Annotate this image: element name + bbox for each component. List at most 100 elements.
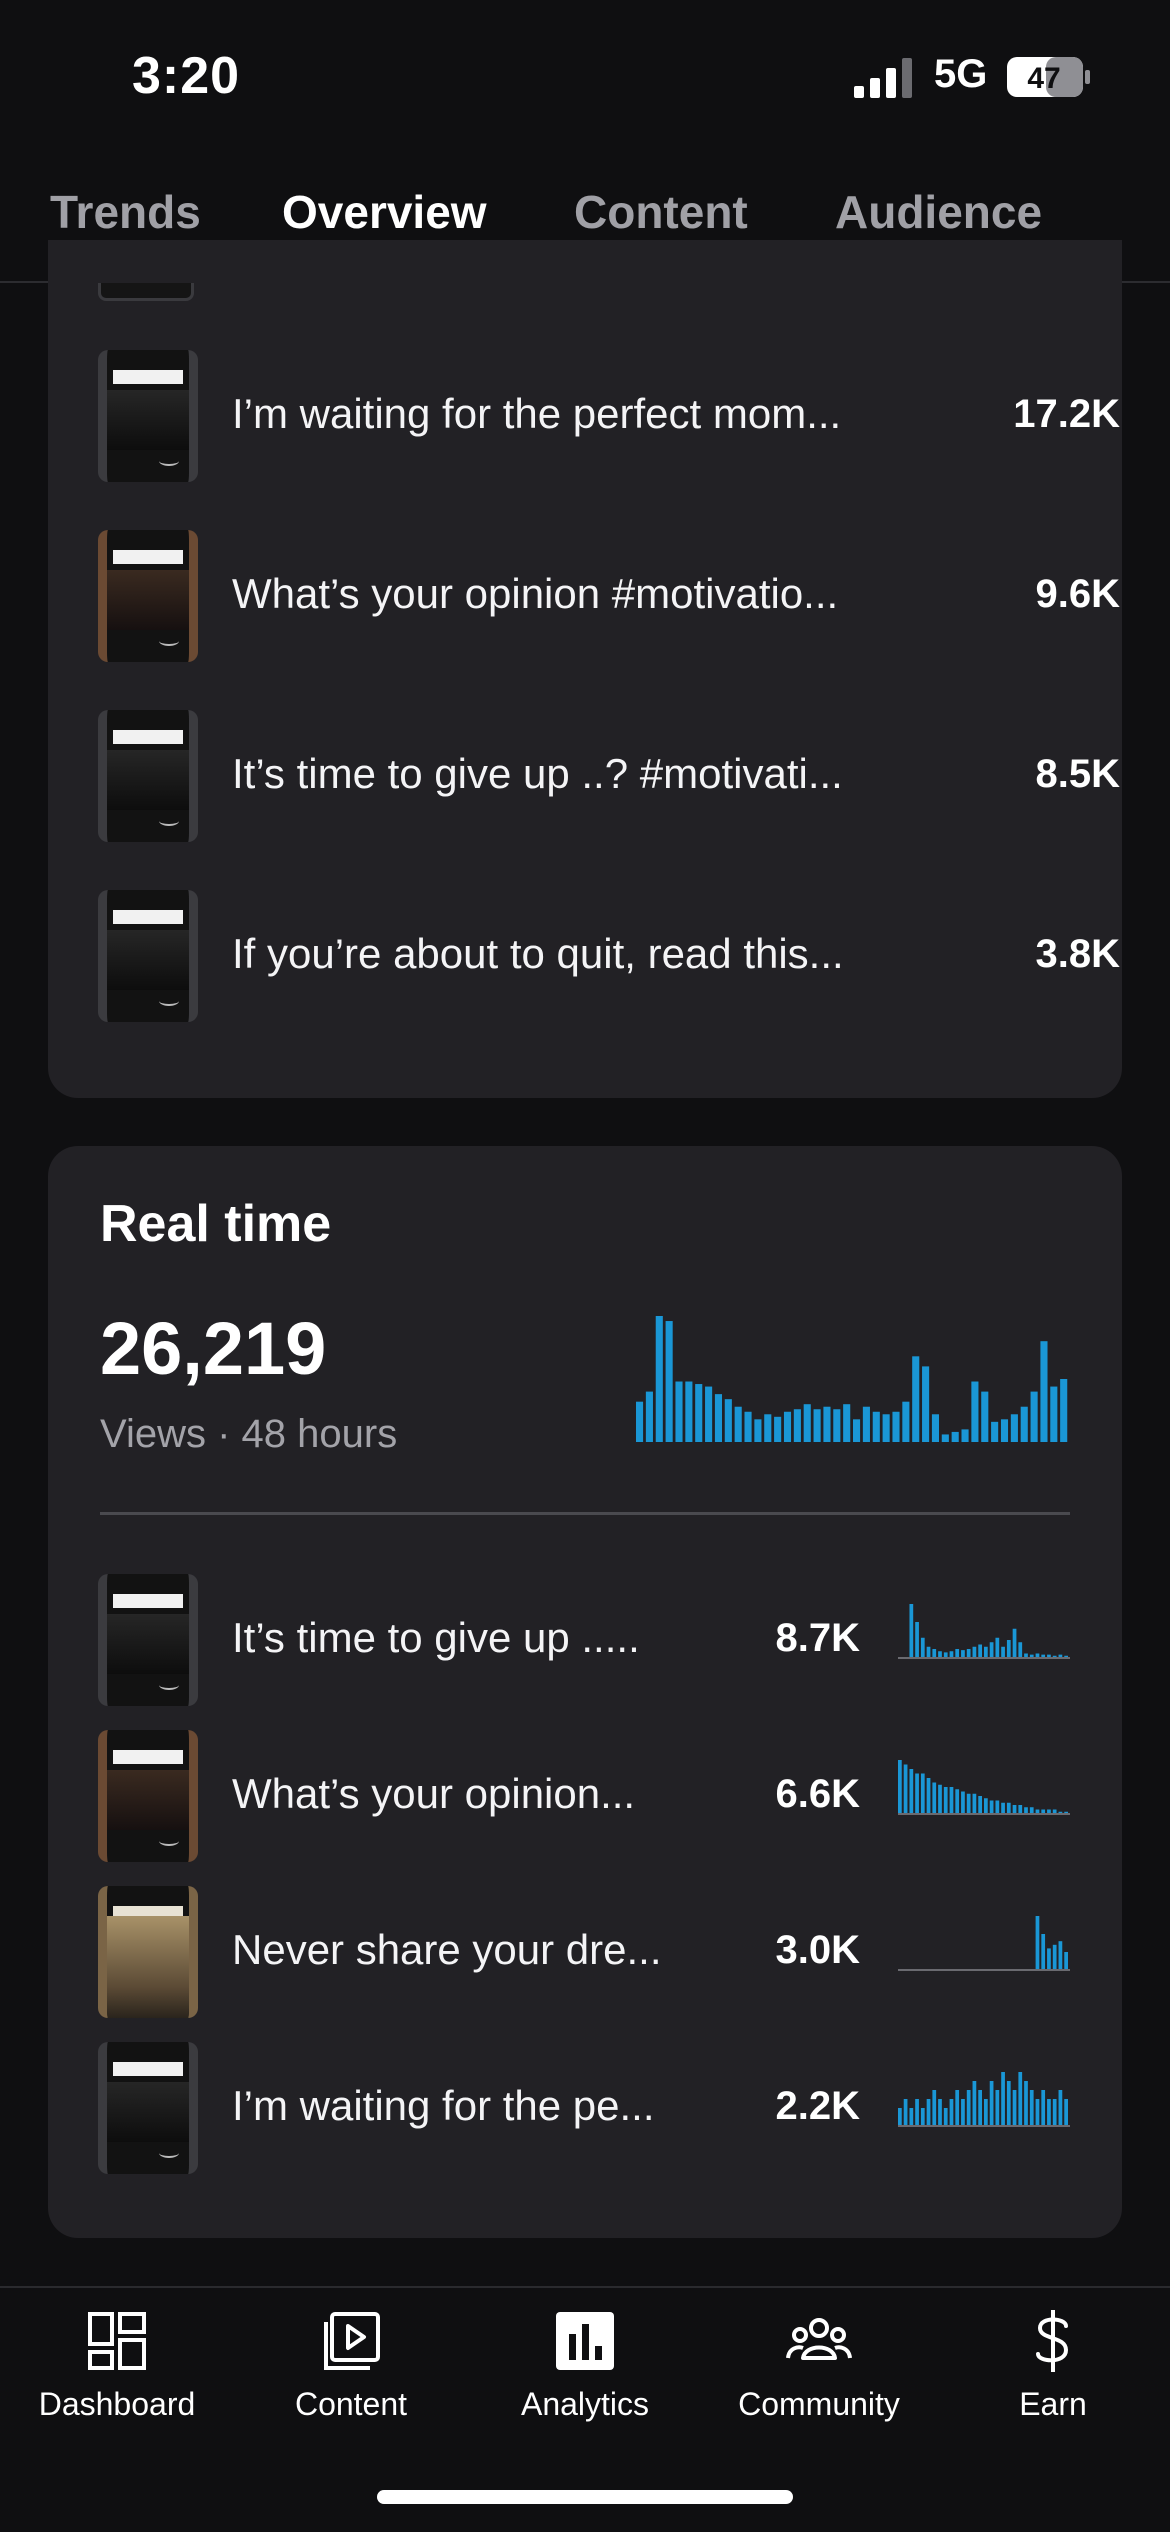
sparkline-bar: [955, 2090, 960, 2126]
sparkline-bar: [989, 1800, 994, 1814]
sparkline-bar: [949, 1651, 954, 1658]
battery-level-text: 47: [1027, 62, 1060, 95]
video-title[interactable]: It’s time to give up ..? #motivati...: [232, 750, 956, 798]
nav-label: Community: [738, 2386, 900, 2422]
video-views: 8.5K: [1035, 752, 1121, 796]
nav-label: Analytics: [520, 2386, 650, 2422]
video-views-sparkline: [898, 2072, 1070, 2127]
nav-community[interactable]: Community: [702, 2308, 936, 2423]
video-title[interactable]: I’m waiting for the perfect mom...: [232, 390, 956, 438]
realtime-chart-bar: [744, 1411, 752, 1442]
sparkline-bar: [989, 2081, 994, 2126]
video-title[interactable]: If you’re about to quit, read this...: [232, 930, 956, 978]
video-thumbnail[interactable]: [98, 890, 198, 1022]
sparkline-bar: [932, 1649, 937, 1658]
realtime-chart-bar: [1030, 1391, 1038, 1442]
realtime-chart-bar: [991, 1421, 999, 1442]
tab-content[interactable]: Content: [574, 185, 748, 239]
sparkline-bar: [1012, 1628, 1017, 1658]
realtime-chart-bar: [981, 1391, 989, 1442]
sparkline-bar: [920, 2108, 925, 2126]
sparkline-bar: [1001, 1802, 1005, 1814]
sparkline-bar: [995, 1800, 1000, 1814]
sparkline-bar: [972, 1646, 977, 1658]
realtime-views-count: 26,219: [100, 1307, 327, 1390]
video-thumbnail[interactable]: [98, 530, 198, 662]
nav-label: Content: [294, 2386, 408, 2422]
video-thumbnail[interactable]: [98, 2042, 198, 2174]
nav-content[interactable]: Content: [234, 2308, 468, 2423]
realtime-card[interactable]: Real time 26,219 Views · 48 hours It’s t…: [48, 1146, 1122, 2238]
realtime-chart-bar: [1060, 1379, 1068, 1442]
sparkline-bar: [932, 1782, 937, 1814]
community-icon: [786, 2318, 852, 2360]
sparkline-bar: [943, 2108, 948, 2126]
tab-audience[interactable]: Audience: [835, 185, 1042, 239]
realtime-chart-bar: [705, 1386, 713, 1442]
video-thumbnail[interactable]: [98, 710, 198, 842]
video-thumbnail[interactable]: [98, 1886, 198, 2018]
video-views: 3.0K: [775, 1928, 861, 1972]
sparkline-bar: [1018, 1805, 1023, 1814]
realtime-chart-bar: [645, 1391, 653, 1442]
tab-trends[interactable]: Trends: [50, 185, 201, 239]
sparkline-bar: [966, 2090, 971, 2126]
nav-label: Dashboard: [38, 2386, 196, 2422]
video-views: 17.2K: [1013, 392, 1120, 436]
video-thumbnail[interactable]: [98, 1574, 198, 1706]
realtime-chart-bar: [862, 1406, 870, 1442]
sparkline-bar: [1006, 1640, 1011, 1658]
studio-analytics-screen: 3:20 5G 47 Trends Overview Content Audie…: [0, 0, 1170, 2532]
video-title[interactable]: It’s time to give up .....: [232, 1614, 722, 1662]
nav-earn[interactable]: Earn: [936, 2308, 1170, 2423]
realtime-chart-bar: [951, 1431, 959, 1442]
video-thumbnail[interactable]: [98, 1730, 198, 1862]
sparkline-bar: [915, 1773, 919, 1814]
video-title[interactable]: Never share your dre...: [232, 1926, 722, 1974]
realtime-chart-bar: [892, 1411, 900, 1442]
sparkline-bar: [949, 1787, 954, 1814]
sparkline-bar: [1064, 1952, 1068, 1970]
sparkline-bar: [984, 1798, 988, 1814]
sparkline-bar: [1029, 1807, 1034, 1814]
video-title[interactable]: What’s your opinion...: [232, 1770, 722, 1818]
realtime-chart-bar: [882, 1414, 890, 1442]
sparkline-bar: [1058, 1941, 1063, 1970]
video-thumbnail[interactable]: [98, 350, 198, 482]
sparkline-bar: [1001, 1646, 1005, 1658]
video-title[interactable]: What’s your opinion #motivatio...: [232, 570, 956, 618]
realtime-views-subtitle: Views · 48 hours: [100, 1412, 398, 1456]
sparkline-bar: [961, 2099, 965, 2126]
realtime-chart-bar: [714, 1394, 723, 1442]
sparkline-bar: [909, 1604, 914, 1658]
sparkline-bar: [1012, 1805, 1017, 1814]
realtime-chart-bar: [665, 1321, 673, 1442]
sparkline-bar: [1012, 2090, 1017, 2126]
status-bar: 3:20 5G 47: [0, 0, 1170, 155]
realtime-chart-bar: [754, 1419, 762, 1442]
video-views-sparkline: [898, 1760, 1070, 1815]
realtime-chart-bar: [853, 1419, 861, 1442]
sparkline-bar: [943, 1787, 948, 1814]
sparkline-bar: [955, 1649, 960, 1658]
analytics-icon: [556, 2312, 614, 2370]
sparkline-bar: [1018, 1642, 1023, 1658]
realtime-chart-bar: [843, 1404, 851, 1442]
sparkline-bar: [915, 2099, 919, 2126]
video-title[interactable]: I’m waiting for the pe...: [232, 2082, 722, 2130]
sparkline-bar: [961, 1650, 965, 1659]
sparkline-bar: [978, 2090, 982, 2126]
sparkline-bar: [949, 2099, 954, 2126]
sparkline-bar: [1052, 2099, 1057, 2126]
tab-overview[interactable]: Overview: [282, 185, 487, 239]
sparkline-bar: [1047, 1948, 1051, 1970]
sparkline-bar: [903, 2099, 908, 2126]
nav-analytics[interactable]: Analytics: [468, 2308, 702, 2423]
realtime-chart-bar: [1050, 1386, 1058, 1442]
nav-dashboard[interactable]: Dashboard: [0, 2308, 234, 2423]
sparkline-bar: [966, 1793, 971, 1814]
realtime-chart-bar: [931, 1414, 940, 1442]
sparkline-bar: [1024, 2081, 1028, 2126]
video-thumbnail[interactable]: [98, 283, 194, 301]
video-views: 2.2K: [775, 2084, 861, 2128]
